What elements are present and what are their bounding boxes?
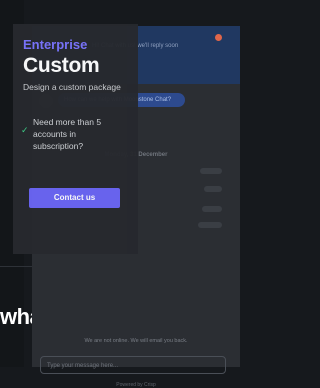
chat-message-line [204,186,222,192]
chat-offline-notice: We are not online. We will email you bac… [84,338,188,344]
feature-text: Need more than 5 accounts in subscriptio… [33,117,102,151]
chat-footer: Powered by Crisp [116,382,156,388]
plan-description: Design a custom package [23,82,121,92]
chat-message-input[interactable]: Type your message here... [40,356,226,374]
plan-name: Enterprise [23,37,88,52]
contact-us-button[interactable]: Contact us [29,188,120,208]
feature-item: ✓ Need more than 5 accounts in subscript… [21,116,131,152]
status-dot-icon [215,34,222,41]
chat-message-line [198,222,222,228]
check-icon: ✓ [21,125,29,135]
plan-title: Custom [23,54,100,77]
background-divider [0,266,32,267]
pricing-card: Enterprise Custom Design a custom packag… [13,24,138,254]
chat-message-line [200,168,222,174]
chat-message-line [202,206,222,212]
